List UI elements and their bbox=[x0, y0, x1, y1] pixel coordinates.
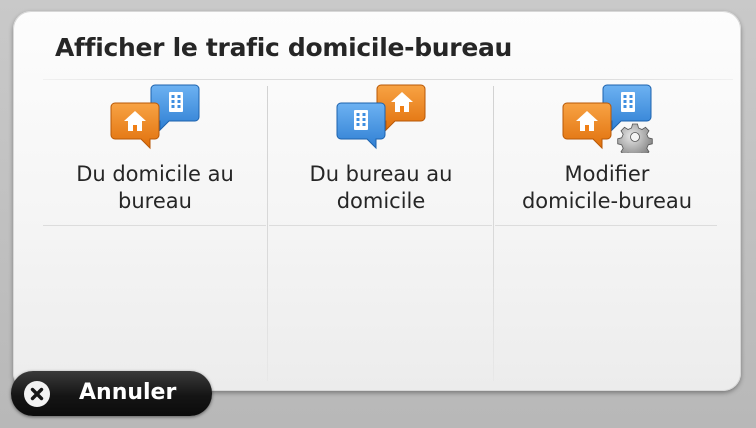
office-to-home-icon bbox=[336, 84, 426, 150]
column-divider bbox=[267, 86, 268, 381]
tile-label: Du bureau au domicile bbox=[309, 162, 453, 213]
dialog-panel: Afficher le trafic domicile-bureau Du do… bbox=[13, 11, 741, 391]
page-title: Afficher le trafic domicile-bureau bbox=[55, 33, 513, 62]
home-to-office-icon bbox=[110, 84, 200, 150]
tile-label: Du domicile au bureau bbox=[76, 162, 234, 213]
edit-home-office-button[interactable]: Modifier domicile-bureau bbox=[495, 81, 719, 225]
row-divider bbox=[495, 225, 717, 226]
tile-label: Modifier domicile-bureau bbox=[521, 162, 693, 213]
column-divider bbox=[493, 86, 494, 381]
office-to-home-button[interactable]: Du bureau au domicile bbox=[269, 81, 493, 225]
cancel-button[interactable]: Annuler bbox=[11, 371, 212, 416]
edit-home-office-icon bbox=[562, 84, 653, 153]
home-to-office-button[interactable]: Du domicile au bureau bbox=[43, 81, 267, 225]
close-icon bbox=[24, 381, 50, 407]
cancel-label: Annuler bbox=[79, 380, 177, 405]
row-divider bbox=[269, 225, 492, 226]
row-divider bbox=[43, 225, 266, 226]
title-divider bbox=[43, 79, 733, 80]
